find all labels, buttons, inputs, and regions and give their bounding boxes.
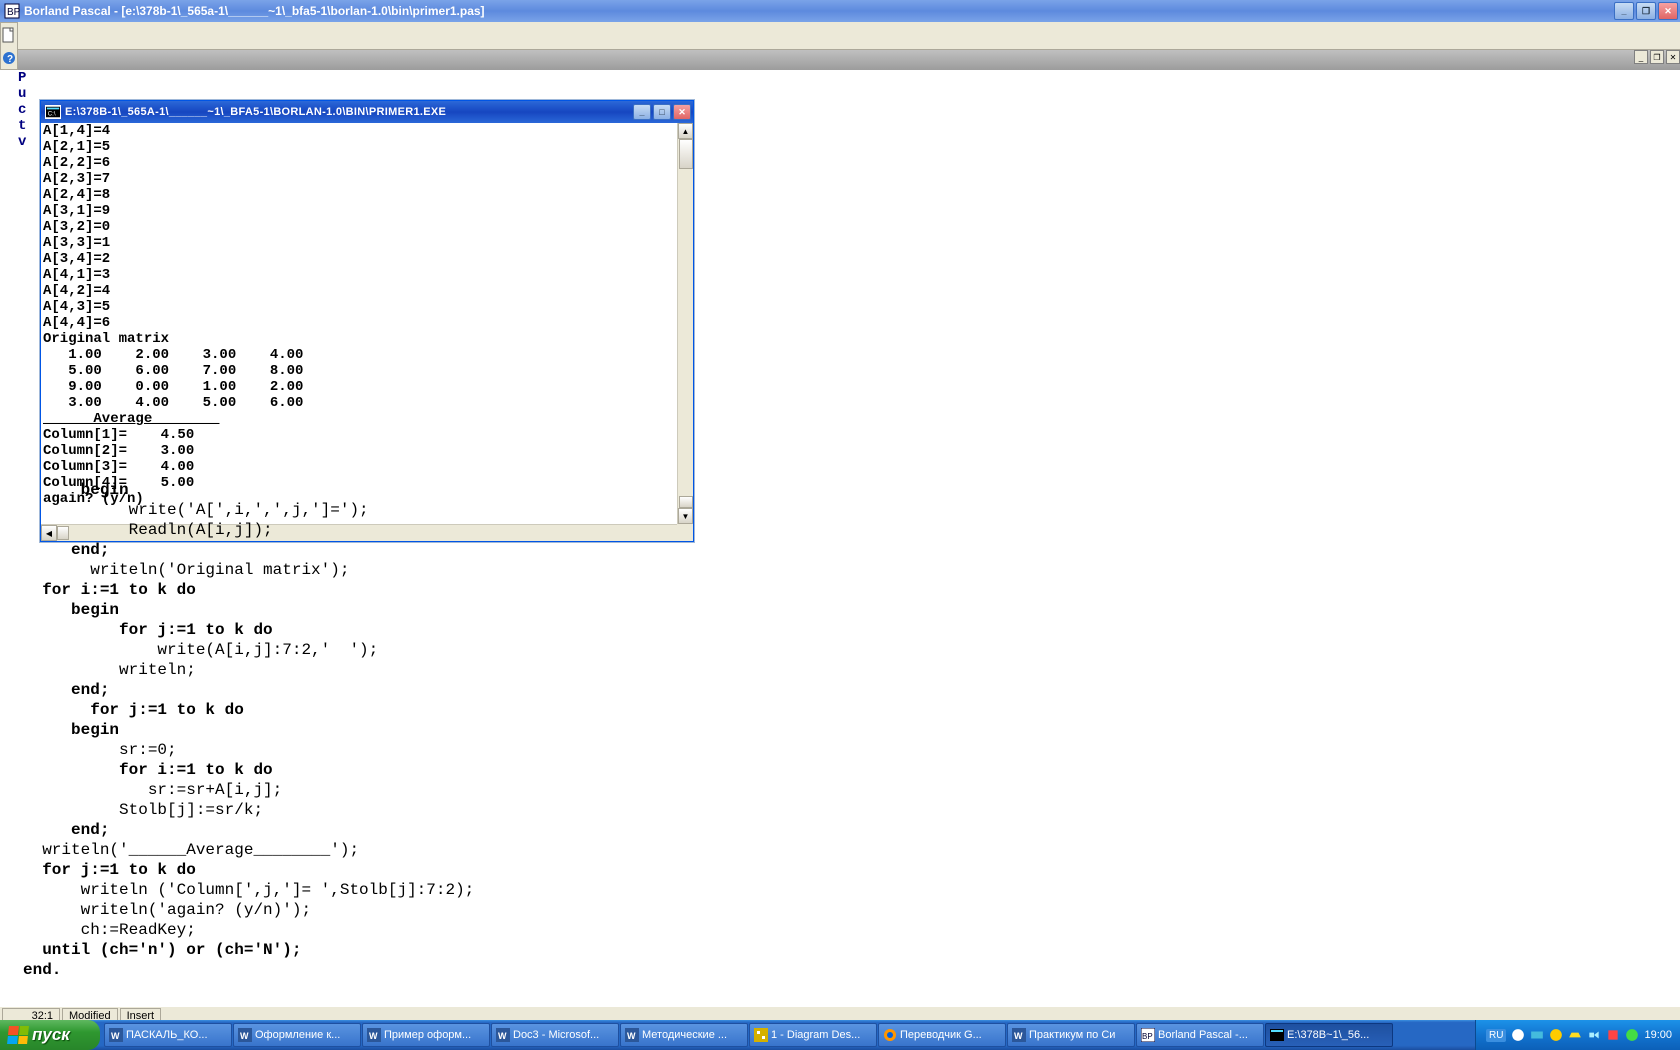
windows-taskbar: пуск WПАСКАЛЬ_КО... WОформление к... WПр… (0, 1020, 1680, 1050)
word-icon: W (367, 1028, 381, 1042)
language-indicator[interactable]: RU (1486, 1029, 1506, 1042)
taskbar-item[interactable]: WПАСКАЛЬ_КО... (104, 1023, 232, 1047)
console-close-button[interactable]: ✕ (673, 104, 691, 120)
svg-text:?: ? (7, 54, 13, 65)
console-maximize-button[interactable]: □ (653, 104, 671, 120)
console-icon (1270, 1028, 1284, 1042)
svg-text:W: W (1014, 1031, 1023, 1041)
system-tray: RU 19:00 (1475, 1020, 1680, 1050)
word-icon: W (496, 1028, 510, 1042)
tray-icon[interactable] (1568, 1028, 1582, 1042)
scroll-up-arrow-icon[interactable]: ▲ (678, 123, 693, 139)
console-minimize-button[interactable]: _ (633, 104, 651, 120)
tray-icon[interactable] (1549, 1028, 1563, 1042)
close-button[interactable]: ✕ (1658, 2, 1678, 20)
new-file-icon[interactable] (1, 23, 17, 46)
doc-minimize-button[interactable]: _ (1634, 50, 1648, 64)
svg-text:W: W (498, 1031, 507, 1041)
editor-client-area: P u c t v C:\ E:\378B-1\_565A-1\______~1… (18, 70, 1680, 1024)
console-icon: C:\ (45, 105, 61, 119)
word-icon: W (1012, 1028, 1026, 1042)
main-window-titlebar: BP Borland Pascal - [e:\378b-1\_565a-1\_… (0, 0, 1680, 22)
svg-text:W: W (627, 1031, 636, 1041)
source-code-editor[interactable]: begin write('A[',i,',',j,']='); Readln(A… (18, 480, 1680, 1024)
svg-text:BP: BP (7, 7, 20, 18)
restore-button[interactable]: ❐ (1636, 2, 1656, 20)
document-toolbar: _ ❐ ✕ (18, 50, 1680, 70)
svg-text:C:\: C:\ (48, 111, 56, 118)
svg-text:W: W (111, 1031, 120, 1041)
doc-close-button[interactable]: ✕ (1666, 50, 1680, 64)
start-button-label: пуск (32, 1025, 70, 1045)
menu-bar-area (18, 22, 1680, 50)
start-button[interactable]: пуск (0, 1020, 100, 1050)
tray-icon[interactable] (1530, 1028, 1544, 1042)
taskbar-item[interactable]: WМетодические ... (620, 1023, 748, 1047)
tray-icon[interactable] (1606, 1028, 1620, 1042)
taskbar-item[interactable]: WОформление к... (233, 1023, 361, 1047)
word-icon: W (625, 1028, 639, 1042)
tray-icon[interactable] (1625, 1028, 1639, 1042)
taskbar-item[interactable]: WПример оформ... (362, 1023, 490, 1047)
app-icon: BP (4, 3, 20, 19)
tray-icon[interactable] (1511, 1028, 1525, 1042)
svg-text:BP: BP (1142, 1032, 1153, 1041)
taskbar-item[interactable]: WDoc3 - Microsof... (491, 1023, 619, 1047)
word-icon: W (109, 1028, 123, 1042)
taskbar-item[interactable]: E:\378B~1\_56... (1265, 1023, 1393, 1047)
svg-text:W: W (240, 1031, 249, 1041)
taskbar-item[interactable]: 1 - Diagram Des... (749, 1023, 877, 1047)
doc-restore-button[interactable]: ❐ (1650, 50, 1664, 64)
word-icon: W (238, 1028, 252, 1042)
console-vertical-scrollbar[interactable]: ▲ ▼ (677, 123, 693, 524)
diagram-icon (754, 1028, 768, 1042)
firefox-icon (883, 1028, 897, 1042)
obscured-code-fragment: P u c t v (18, 70, 36, 150)
left-toolbar: ? (0, 22, 18, 70)
taskbar-item[interactable]: BPBorland Pascal -... (1136, 1023, 1264, 1047)
main-window-title: Borland Pascal - [e:\378b-1\_565a-1\____… (24, 4, 1614, 18)
console-title: E:\378B-1\_565A-1\______~1\_BFA5-1\BORLA… (65, 106, 633, 118)
clock[interactable]: 19:00 (1644, 1029, 1672, 1041)
output-console-window[interactable]: C:\ E:\378B-1\_565A-1\______~1\_BFA5-1\B… (40, 100, 694, 542)
main-window-controls: _ ❐ ✕ (1614, 2, 1678, 20)
svg-text:W: W (369, 1031, 378, 1041)
windows-logo-icon (7, 1026, 29, 1044)
pascal-icon: BP (1141, 1028, 1155, 1042)
taskbar-items: WПАСКАЛЬ_КО... WОформление к... WПример … (100, 1020, 1475, 1050)
help-icon[interactable]: ? (1, 46, 17, 69)
minimize-button[interactable]: _ (1614, 2, 1634, 20)
console-titlebar[interactable]: C:\ E:\378B-1\_565A-1\______~1\_BFA5-1\B… (41, 101, 693, 123)
taskbar-item[interactable]: Переводчик G... (878, 1023, 1006, 1047)
console-output[interactable]: A[1,4]=4 A[2,1]=5 A[2,2]=6 A[2,3]=7 A[2,… (41, 123, 677, 524)
tray-icon[interactable] (1587, 1028, 1601, 1042)
scroll-thumb[interactable] (679, 139, 693, 169)
taskbar-item[interactable]: WПрактикум по Си (1007, 1023, 1135, 1047)
